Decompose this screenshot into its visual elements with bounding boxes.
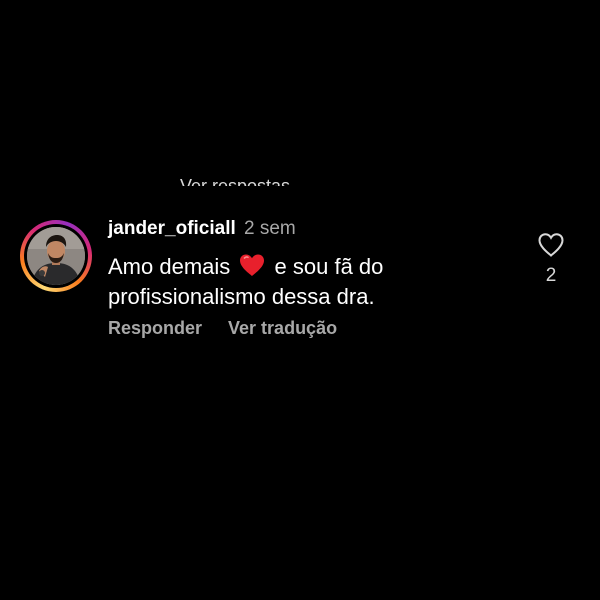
comment-actions: Responder Ver tradução (108, 318, 337, 339)
comments-screen: Ver respostas jander_oficiall 2 sem Amo … (0, 0, 600, 600)
translate-button[interactable]: Ver tradução (228, 318, 337, 338)
comment-item: jander_oficiall 2 sem Amo demais e sou f… (20, 216, 580, 346)
avatar[interactable] (27, 227, 85, 285)
previous-reply-text: Ver respostas (180, 176, 291, 186)
heart-outline-icon[interactable] (537, 232, 565, 258)
story-ring[interactable] (20, 220, 92, 292)
comment-text-part1: Amo demais (108, 254, 231, 279)
comment-timestamp: 2 sem (244, 218, 296, 239)
reply-button[interactable]: Responder (108, 318, 202, 338)
avatar-border (24, 224, 88, 288)
avatar-photo (27, 227, 85, 285)
comment-username[interactable]: jander_oficiall (108, 218, 236, 240)
previous-reply-cutoff: Ver respostas (180, 174, 320, 186)
like-control[interactable]: 2 (536, 232, 566, 287)
like-count: 2 (545, 265, 557, 286)
red-heart-emoji-icon (238, 253, 266, 277)
comment-text: Amo demais e sou fã do profissionalismo … (108, 252, 508, 312)
